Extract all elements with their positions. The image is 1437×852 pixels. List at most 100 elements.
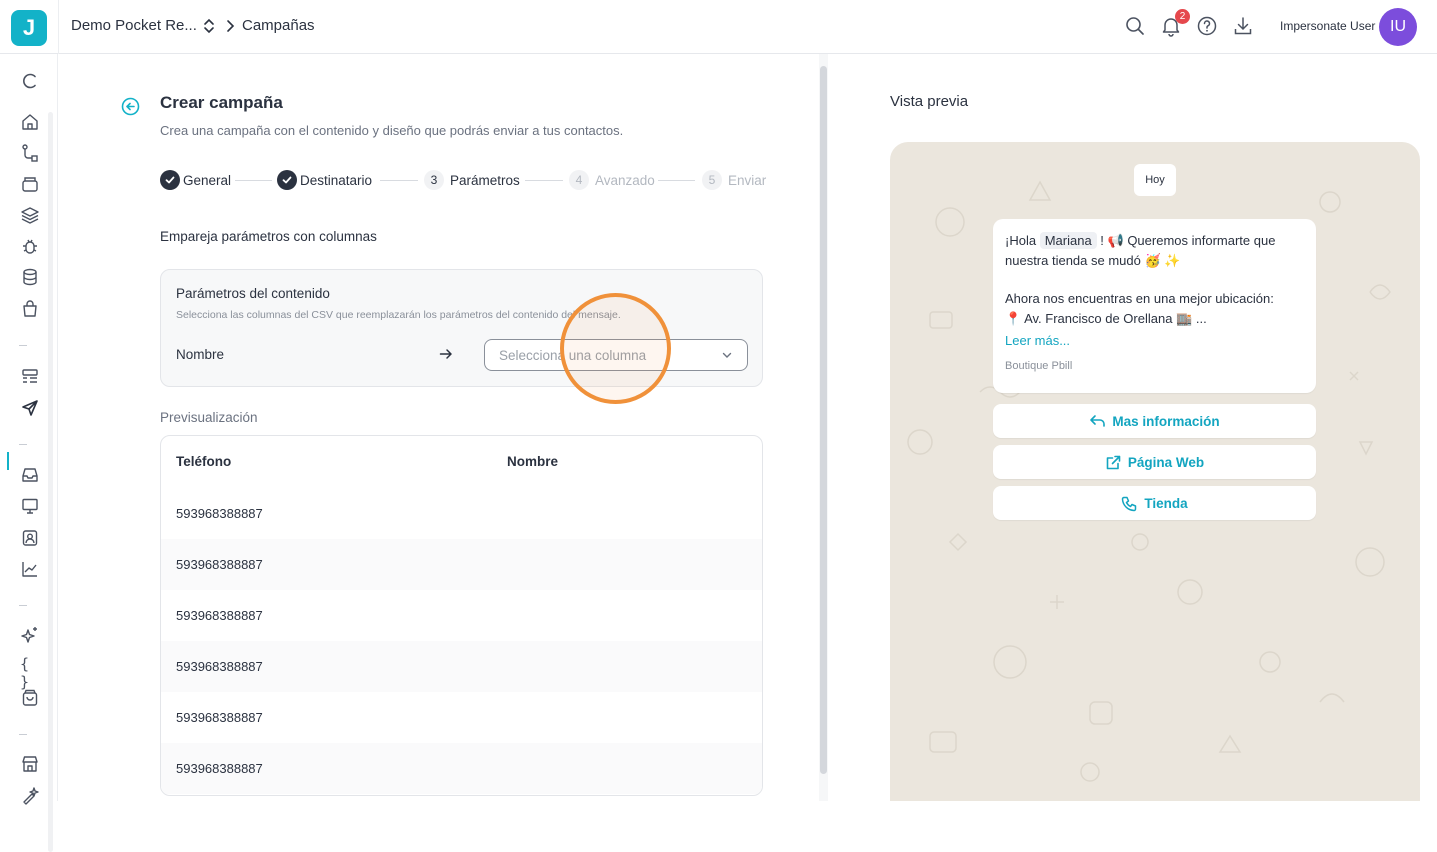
layers-icon[interactable] <box>20 205 40 225</box>
step-destinatario[interactable]: Destinatario <box>277 170 372 190</box>
page-title: Crear campaña <box>160 93 283 112</box>
step-number: 4 <box>569 170 589 190</box>
message-text: ! 📢 Queremos informarte que <box>1100 233 1276 248</box>
message-line: Ahora nos encuentras en una mejor ubicac… <box>1005 291 1274 306</box>
message-line: ¡Hola Mariana ! 📢 Queremos informarte qu… <box>1005 232 1276 249</box>
params-card: Parámetros del contenido Selecciona las … <box>160 269 763 387</box>
help-icon[interactable] <box>1196 15 1218 37</box>
sidebar: { } <box>0 54 58 852</box>
cell-telefono: 593968388887 <box>176 710 263 725</box>
sidebar-divider <box>19 444 27 445</box>
column-select-placeholder: Selecciona una columna <box>499 348 647 363</box>
database-icon[interactable] <box>20 267 40 287</box>
arrow-right-icon <box>439 349 452 359</box>
user-name[interactable]: Impersonate User <box>1280 19 1375 33</box>
step-parametros[interactable]: 3 Parámetros <box>424 170 520 190</box>
table-row: 593968388887 <box>161 539 762 590</box>
trending-icon[interactable] <box>20 559 40 579</box>
download-icon[interactable] <box>1232 15 1254 37</box>
step-number: 3 <box>424 170 444 190</box>
check-icon <box>277 170 297 190</box>
step-number: 5 <box>702 170 722 190</box>
divider <box>58 0 59 54</box>
layout-list-icon[interactable] <box>20 367 40 387</box>
step-connector <box>658 180 695 181</box>
day-chip: Hoy <box>1134 164 1176 196</box>
sparkles-icon[interactable] <box>20 625 40 645</box>
message-line: 📍 Av. Francisco de Orellana 🏬 ... <box>1005 311 1207 326</box>
avatar[interactable]: IU <box>1379 8 1417 46</box>
active-indicator <box>7 452 9 470</box>
step-label: Parámetros <box>450 172 520 188</box>
home-icon[interactable] <box>20 112 40 132</box>
url-button[interactable]: Página Web <box>993 445 1316 479</box>
chevron-right-icon <box>227 20 235 32</box>
shopping-bag-icon[interactable] <box>20 299 40 319</box>
breadcrumb-current-page: Campañas <box>242 17 315 34</box>
cell-telefono: 593968388887 <box>176 557 263 572</box>
preview-table: Teléfono Nombre 593968388887 59396838888… <box>160 435 763 796</box>
column-select[interactable]: Selecciona una columna <box>484 339 748 371</box>
call-button[interactable]: Tienda <box>993 486 1316 520</box>
section-title: Empareja parámetros con columnas <box>160 229 377 244</box>
cell-telefono: 593968388887 <box>176 506 263 521</box>
app-logo[interactable]: J <box>11 10 47 46</box>
check-icon <box>160 170 180 190</box>
main-scrollbar-thumb[interactable] <box>820 66 827 774</box>
preview-label: Previsualización <box>160 410 258 425</box>
cell-telefono: 593968388887 <box>176 659 263 674</box>
archive-icon[interactable] <box>20 174 40 194</box>
button-label: Página Web <box>1127 454 1205 470</box>
table-row: 593968388887 <box>161 590 762 641</box>
message-text: ¡Hola <box>1005 233 1037 248</box>
params-card-subtitle: Selecciona las columnas del CSV que reem… <box>176 309 621 321</box>
monitor-icon[interactable] <box>20 496 40 516</box>
page-subtitle: Crea una campaña con el contenido y dise… <box>160 123 624 138</box>
table-row: 593968388887 <box>161 641 762 692</box>
whatsapp-preview: Hoy ¡Hola Mariana ! 📢 Queremos informart… <box>890 142 1420 801</box>
step-connector <box>525 180 563 181</box>
message-line: nuestra tienda se mudó 🥳 ✨ <box>1005 253 1181 268</box>
store-bag-icon[interactable] <box>20 688 40 708</box>
top-bar: J Demo Pocket Re... Campañas 2 Impersona… <box>0 0 1437 54</box>
button-label: Tienda <box>1144 495 1188 511</box>
c-logo-icon[interactable] <box>20 71 40 91</box>
column-header-telefono: Teléfono <box>176 454 232 469</box>
read-more-link[interactable]: Leer más... <box>1005 333 1070 348</box>
flow-icon[interactable] <box>20 143 40 163</box>
message-bubble: ¡Hola Mariana ! 📢 Queremos informarte qu… <box>993 219 1316 393</box>
search-icon[interactable] <box>1124 15 1146 37</box>
step-connector <box>380 180 418 181</box>
sidebar-divider <box>19 734 27 735</box>
bug-icon[interactable] <box>20 236 40 256</box>
sidebar-divider <box>19 605 27 606</box>
variable-chip: Mariana <box>1039 232 1097 249</box>
quick-reply-button[interactable]: Mas información <box>993 404 1316 438</box>
reply-icon <box>1090 415 1106 427</box>
contact-icon[interactable] <box>20 528 40 548</box>
column-header-nombre: Nombre <box>507 454 559 469</box>
stepper: General Destinatario 3 Parámetros 4 Avan… <box>160 170 766 192</box>
step-enviar: 5 Enviar <box>702 170 766 190</box>
notification-count-badge: 2 <box>1175 9 1190 24</box>
inbox-icon[interactable] <box>20 465 40 485</box>
chevron-up-down-icon[interactable] <box>201 16 217 36</box>
preview-panel-title: Vista previa <box>890 93 969 110</box>
sparkle-pen-icon[interactable] <box>20 786 40 806</box>
step-label: General <box>183 172 232 188</box>
step-label: Avanzado <box>595 172 655 188</box>
step-general[interactable]: General <box>160 170 231 190</box>
table-row: 593968388887 <box>161 488 762 539</box>
org-switcher-label[interactable]: Demo Pocket Re... <box>71 17 197 34</box>
back-arrow-icon[interactable] <box>121 97 140 116</box>
braces-icon[interactable]: { } <box>20 655 40 691</box>
step-connector <box>235 180 272 181</box>
chevron-down-icon <box>722 352 732 358</box>
send-icon[interactable] <box>20 398 40 418</box>
table-row: 593968388887 <box>161 743 762 794</box>
sidebar-scrollbar[interactable] <box>48 112 53 852</box>
storefront-icon[interactable] <box>20 754 40 774</box>
table-header: Teléfono Nombre <box>161 436 762 488</box>
message-footer: Boutique Pbill <box>1005 360 1073 372</box>
param-name-label: Nombre <box>176 347 225 362</box>
